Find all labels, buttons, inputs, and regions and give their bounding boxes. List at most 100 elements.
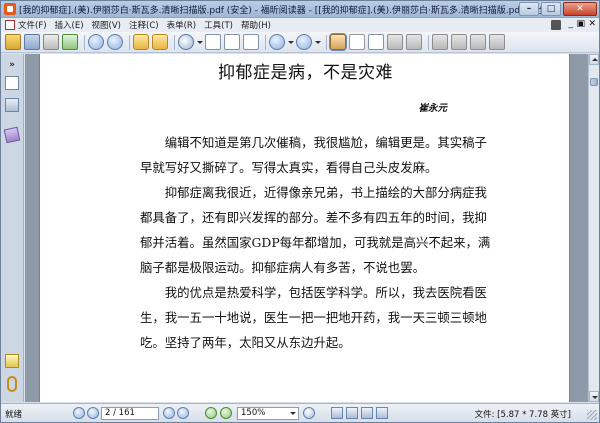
title-bar: [我的抑郁症].(美).伊丽莎白·斯瓦多.清晰扫描版.pdf (安全) - 福昕…: [1, 1, 599, 18]
previous-page-icon[interactable]: [87, 407, 99, 419]
snapshot-icon[interactable]: [368, 34, 384, 50]
single-page-icon[interactable]: [331, 407, 343, 419]
window-title: [我的抑郁症].(美).伊丽莎白·斯瓦多.清晰扫描版.pdf (安全) - 福昕…: [19, 6, 555, 16]
navigation-panel: »: [1, 54, 24, 402]
note-icon[interactable]: [451, 34, 467, 50]
menu-view[interactable]: 视图(V): [92, 19, 121, 31]
bookmarks-icon[interactable]: [5, 98, 19, 112]
status-bar: 就绪 2 / 161 150% 文件: [5.87 * 7.78 英寸]: [1, 403, 599, 422]
text-line: 都具备了，还有即兴发挥的部分。差不多有四五年的时间，我抑: [140, 210, 487, 225]
first-page-nav-icon[interactable]: [73, 407, 85, 419]
hand-tool-icon[interactable]: [329, 33, 347, 51]
minimize-icon: –: [526, 4, 532, 14]
history-forward-icon[interactable]: [220, 407, 232, 419]
maximize-icon: □: [546, 4, 556, 14]
forward-arrow-icon[interactable]: [152, 34, 168, 50]
pages-icon[interactable]: [5, 76, 19, 90]
menu-bar: 文件(F) 插入(E) 视图(V) 注释(C) 表单(R) 工具(T) 帮助(H…: [1, 18, 599, 32]
zoom-in-icon[interactable]: [296, 34, 312, 50]
save-icon[interactable]: [24, 34, 40, 50]
print-icon[interactable]: [43, 34, 59, 50]
document-title: 抑郁症是病，不是灾难: [218, 63, 393, 83]
minimize-button[interactable]: –: [519, 2, 539, 16]
text-line: 编辑不知道是第几次催稿，我很尴尬，编辑更是。其实稿子: [140, 135, 487, 150]
history-back-icon[interactable]: [205, 407, 217, 419]
zoom-out-icon[interactable]: [269, 34, 285, 50]
document-menu-icon[interactable]: [5, 20, 15, 30]
first-page-icon[interactable]: [88, 34, 104, 50]
pencil-icon[interactable]: [470, 34, 486, 50]
doc-restore-button[interactable]: ▣: [576, 19, 585, 29]
last-page-icon[interactable]: [107, 34, 123, 50]
menu-comment[interactable]: 注释(C): [129, 19, 159, 31]
foxit-app-icon[interactable]: [4, 3, 16, 15]
text-line: 脑子都是极限运动。抑郁症病人有多苦，不说也罢。: [140, 260, 425, 275]
toolbar-separator: [428, 34, 429, 50]
last-page-nav-icon[interactable]: [177, 407, 189, 419]
comments-icon[interactable]: [5, 354, 19, 368]
vertical-scrollbar[interactable]: [588, 54, 599, 402]
resize-grip-icon[interactable]: [587, 410, 597, 420]
toolbar-separator: [84, 34, 85, 50]
next-page-icon[interactable]: [163, 407, 175, 419]
menu-help[interactable]: 帮助(H): [241, 19, 271, 31]
page-number-input[interactable]: 2 / 161: [101, 407, 159, 420]
continuous-facing-icon[interactable]: [376, 407, 388, 419]
status-zoom-in-icon[interactable]: [303, 407, 315, 419]
toolbar-separator: [129, 34, 130, 50]
fit-page-icon[interactable]: [224, 34, 240, 50]
text-line: 早就写好又撕碎了。写得太真实，看得自己头皮发麻。: [140, 160, 438, 175]
menu-file[interactable]: 文件(F): [18, 19, 47, 31]
open-icon[interactable]: [5, 34, 21, 50]
toolbar-separator: [265, 34, 266, 50]
facing-icon[interactable]: [361, 407, 373, 419]
zoom-level-select[interactable]: 150%: [237, 407, 299, 420]
page-size-text: 文件: [5.87 * 7.78 英寸]: [474, 410, 571, 420]
back-arrow-icon[interactable]: [133, 34, 149, 50]
stamp-icon[interactable]: [489, 34, 505, 50]
menu-tools[interactable]: 工具(T): [204, 19, 233, 31]
fit-width-icon[interactable]: [243, 34, 259, 50]
find-icon[interactable]: [387, 34, 403, 50]
app-window: [我的抑郁症].(美).伊丽莎白·斯瓦多.清晰扫描版.pdf (安全) - 福昕…: [0, 0, 600, 423]
toolbar-separator: [174, 34, 175, 50]
scroll-thumb[interactable]: [590, 78, 598, 86]
expand-panel-icon[interactable]: »: [5, 58, 19, 72]
cursor-icon: [551, 20, 561, 30]
text-line: 我的优点是热爱科学，包括医学科学。所以，我去医院看医: [140, 285, 487, 300]
doc-minimize-button[interactable]: _: [569, 19, 574, 29]
zoom-in-dropdown-icon[interactable]: [315, 34, 321, 50]
actual-size-icon[interactable]: [205, 34, 221, 50]
close-icon: ✕: [576, 4, 584, 14]
menu-insert[interactable]: 插入(E): [55, 19, 84, 31]
zoom-dropdown-icon[interactable]: [197, 34, 203, 50]
status-ready-text: 就绪: [5, 410, 23, 420]
zoom-icon[interactable]: [178, 34, 194, 50]
maximize-button[interactable]: □: [541, 2, 561, 16]
continuous-icon[interactable]: [346, 407, 358, 419]
window-controls: – □ ✕: [519, 2, 597, 16]
attachment-icon[interactable]: [7, 376, 17, 392]
scroll-up-icon[interactable]: [589, 54, 599, 65]
text-line: 吃。坚持了两年，太阳又从东边升起。: [140, 335, 351, 350]
document-author: 崔永元: [418, 103, 447, 114]
typewriter-icon[interactable]: [406, 34, 422, 50]
text-line: 抑郁症离我很近，近得像亲兄弟，书上描绘的大部分病症我: [140, 185, 487, 200]
doc-close-button[interactable]: ✕: [588, 19, 596, 29]
chevron-down-icon: [290, 412, 296, 415]
scroll-down-icon[interactable]: [589, 391, 599, 402]
menu-form[interactable]: 表单(R): [167, 19, 197, 31]
email-icon[interactable]: [62, 34, 78, 50]
toolbar: [1, 32, 599, 53]
toolbar-separator: [326, 34, 327, 50]
document-view[interactable]: 抑郁症是病，不是灾难 崔永元 编辑不知道是第几次催稿，我很尴尬，编辑更是。其实稿…: [25, 54, 588, 402]
text-line: 郁并活着。虽然国家GDP每年都增加，可我就是高兴不起来，满: [140, 235, 491, 250]
zoom-level-value: 150%: [241, 408, 266, 418]
close-button[interactable]: ✕: [563, 2, 597, 16]
highlight-icon[interactable]: [432, 34, 448, 50]
text-line: 生，我一五一十地说，医生一把一把地开药，我一天三顿三顿地: [140, 310, 487, 325]
zoom-out-dropdown-icon[interactable]: [288, 34, 294, 50]
pdf-page[interactable]: 抑郁症是病，不是灾难 崔永元 编辑不知道是第几次催稿，我很尴尬，编辑更是。其实稿…: [39, 54, 570, 402]
select-text-icon[interactable]: [349, 34, 365, 50]
layers-icon[interactable]: [3, 126, 21, 144]
